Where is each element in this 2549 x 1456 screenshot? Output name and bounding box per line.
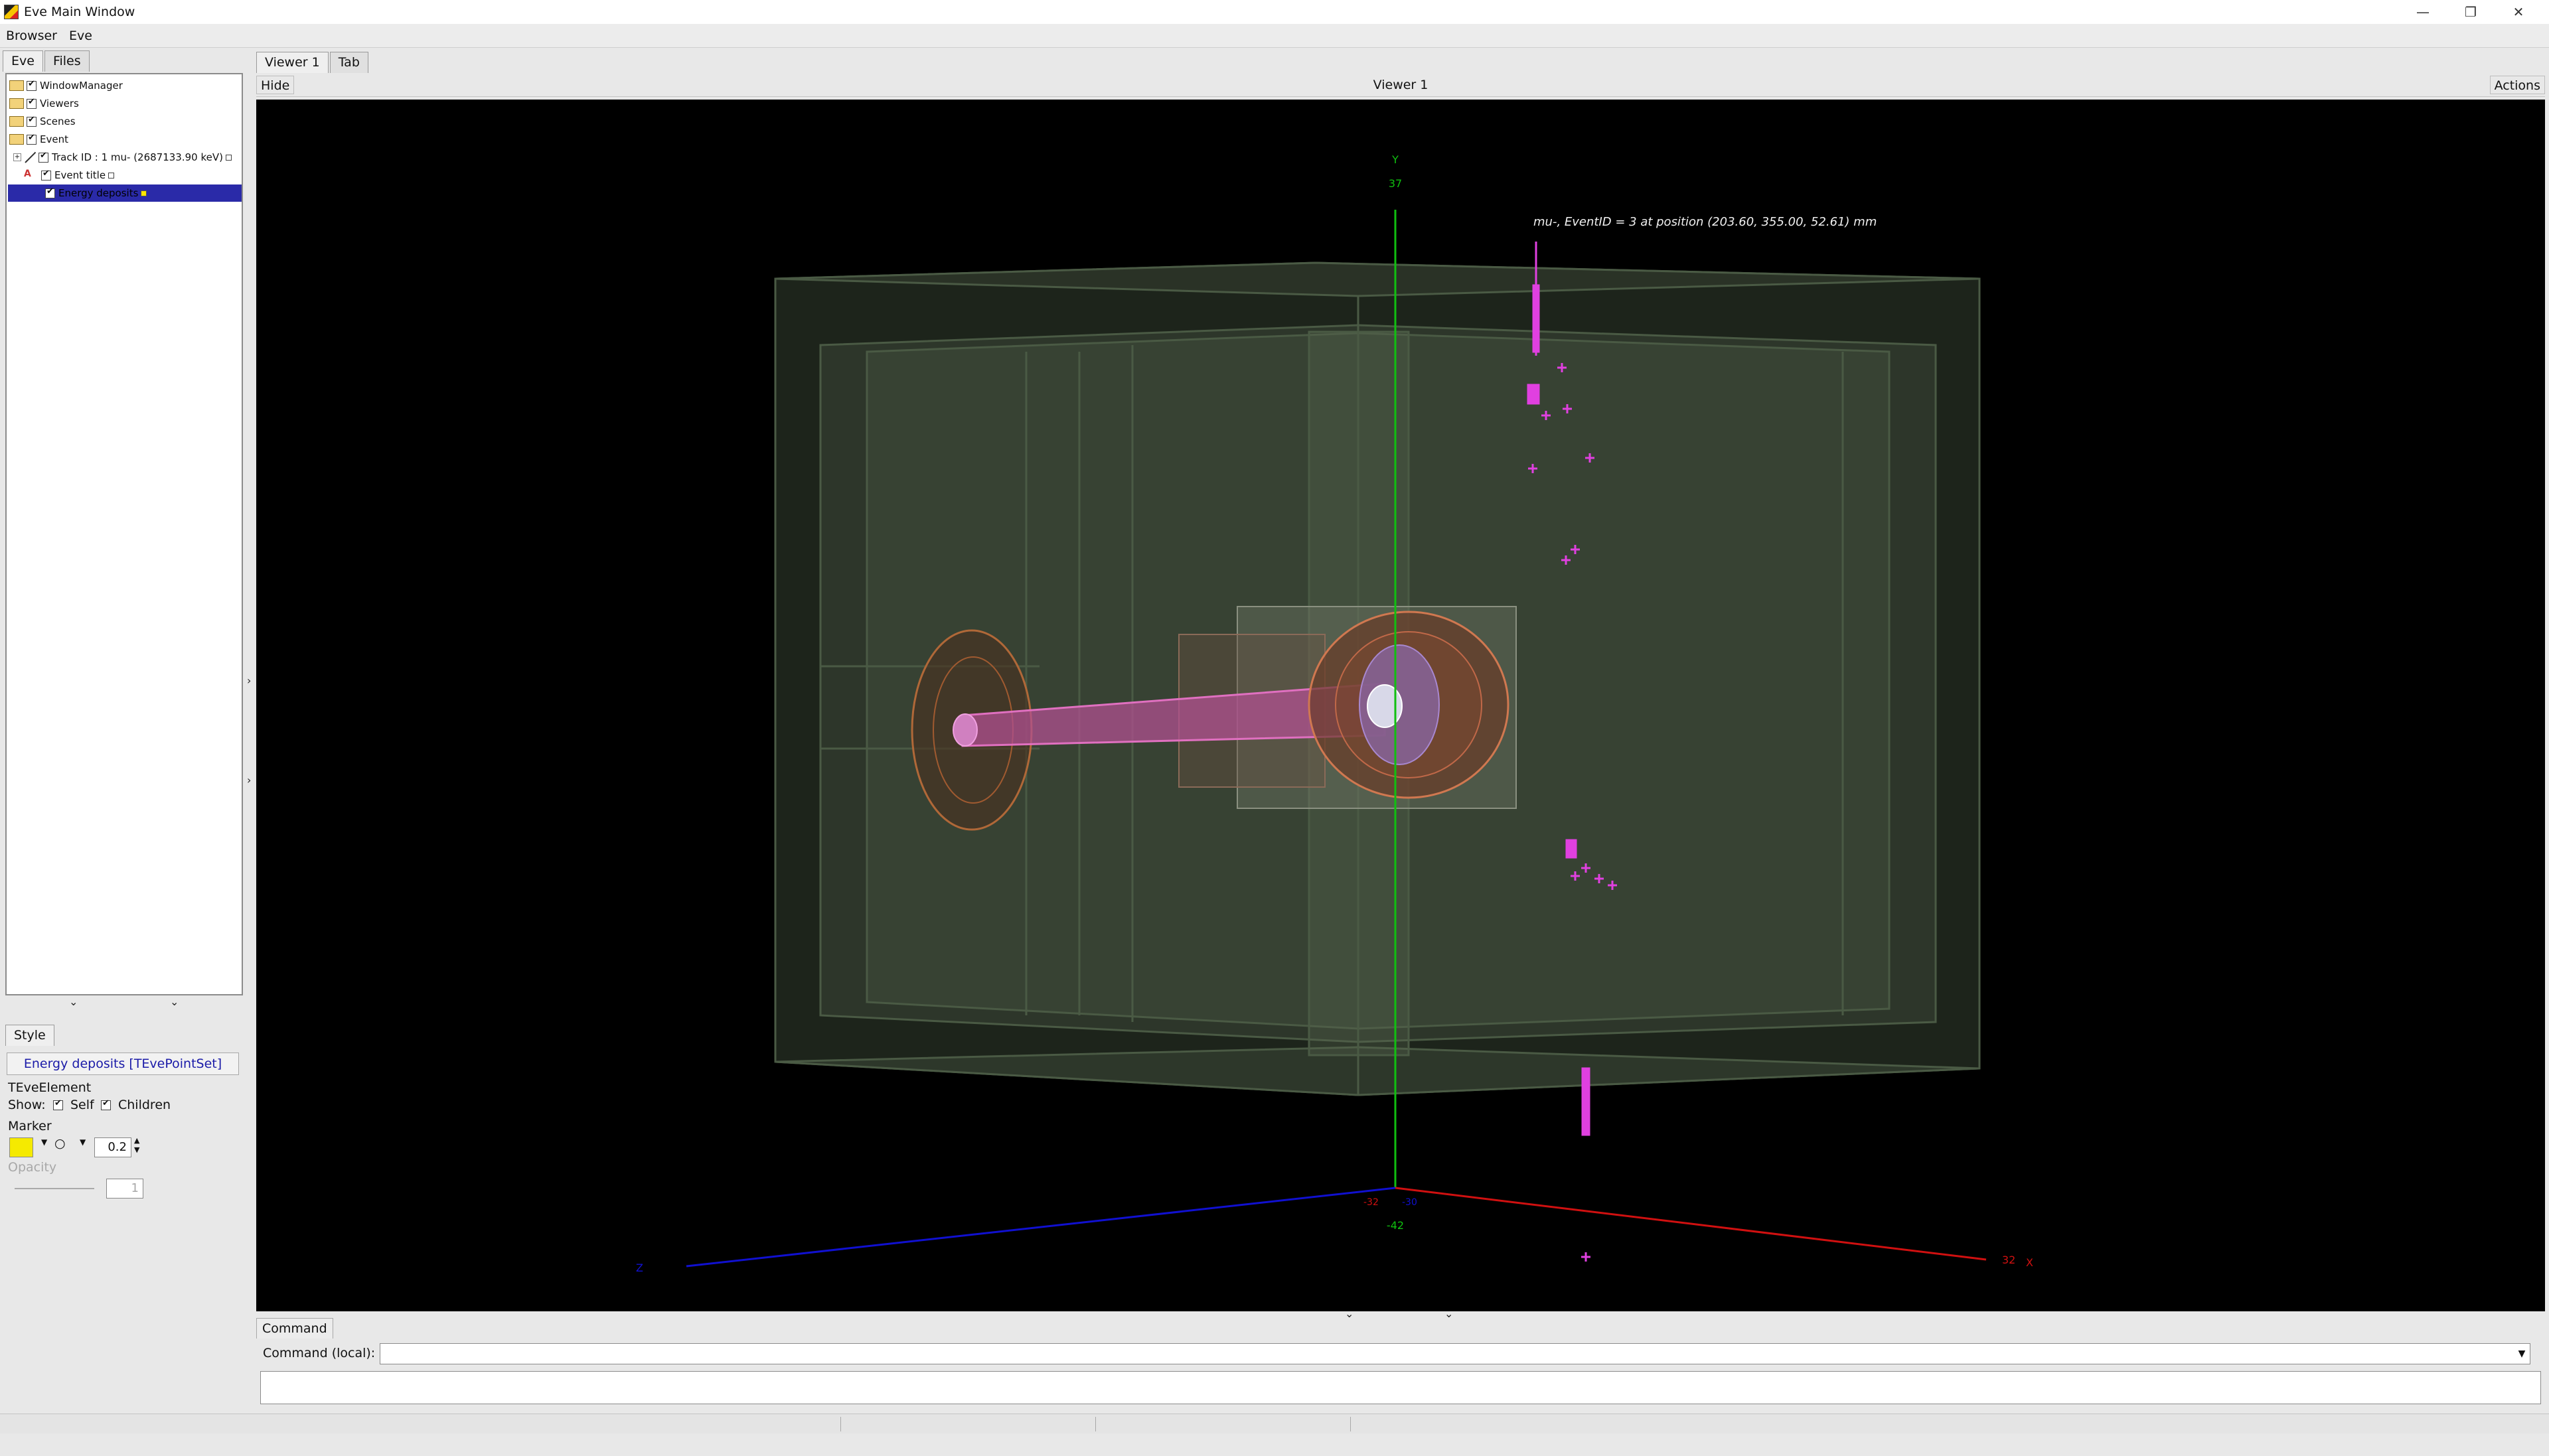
visibility-checkbox[interactable] (39, 151, 48, 163)
y-axis-label: Y (1391, 153, 1399, 166)
tree-item-viewers[interactable]: Viewers (9, 95, 79, 112)
tree-item-event[interactable]: Event (9, 131, 68, 148)
title-bar: Eve Main Window — ❐ ✕ (0, 0, 2549, 24)
tree-item-label: Scenes (40, 115, 76, 127)
tree-item-scenes[interactable]: Scenes (9, 113, 76, 130)
tree-item-label: Event (40, 133, 68, 145)
close-icon[interactable]: ✕ (2495, 0, 2542, 24)
visibility-checkbox[interactable] (27, 133, 37, 145)
viewer-header: Viewer 1 Hide Actions (256, 73, 2545, 97)
visibility-checkbox[interactable] (27, 115, 37, 127)
marker-label: Marker (8, 1119, 52, 1133)
chevron-down-icon: ⌄ (69, 995, 78, 1008)
menu-bar: Browser Eve (0, 24, 2549, 48)
opacity-input[interactable]: 1 (106, 1179, 143, 1199)
tab-style[interactable]: Style (5, 1025, 54, 1046)
chevron-down-icon: ⌄ (170, 995, 179, 1008)
z-axis-label: Z (636, 1262, 643, 1274)
eve-list-tree: WindowManager Viewers Scenes Event + Tra… (5, 73, 243, 995)
tab-files[interactable]: Files (44, 50, 90, 72)
expand-icon[interactable]: + (13, 153, 21, 161)
chevron-down-icon[interactable]: ⌄ (1345, 1307, 1353, 1320)
x-axis-line (1395, 1187, 1987, 1261)
visibility-checkbox[interactable] (27, 79, 37, 91)
actions-button[interactable]: Actions (2489, 76, 2545, 94)
chevron-down-icon[interactable]: ▼ (41, 1137, 47, 1147)
y-axis-tick-top: 37 (1389, 177, 1402, 190)
hide-button[interactable]: Hide (256, 76, 295, 94)
tree-item-label: Track ID : 1 mu- (2687133.90 keV) (52, 151, 223, 163)
tree-item-label: WindowManager (40, 80, 123, 92)
command-input[interactable]: ▼ (380, 1343, 2530, 1364)
opacity-slider[interactable] (15, 1188, 94, 1189)
visibility-checkbox[interactable] (41, 169, 51, 181)
status-separator (1095, 1417, 1096, 1431)
chevron-down-icon[interactable]: ⌄ (1444, 1307, 1453, 1320)
show-self-checkbox[interactable] (53, 1098, 63, 1110)
origin-label-left: -32 (1363, 1197, 1379, 1208)
root-app-icon (4, 5, 19, 19)
folder-icon (9, 116, 24, 127)
folder-icon (9, 80, 24, 91)
menu-browser[interactable]: Browser (0, 29, 63, 43)
z-axis-line (686, 1187, 1396, 1268)
minimize-icon[interactable]: — (2399, 0, 2447, 24)
command-panel: ⌄ ⌄ Command Command (local): ▼ (256, 1307, 2545, 1414)
status-bar (0, 1414, 2549, 1433)
marker-size-input[interactable]: 0.2 (94, 1137, 131, 1157)
style-editor: Style Energy deposits [TEvePointSet] TEv… (5, 1011, 243, 1456)
text-annotation-icon: A (24, 169, 31, 179)
x-axis-tick: 32 (2002, 1254, 2015, 1266)
chevron-right-icon[interactable]: › (247, 674, 251, 687)
track-icon (24, 151, 36, 163)
tree-item-label: Event title (54, 169, 106, 181)
gl-viewer-canvas[interactable]: Y 37 -42 32 X Z -32 -30 mu-, EventID = 3… (256, 100, 2545, 1311)
viewer-title: Viewer 1 (1373, 78, 1429, 92)
show-label: Show: (8, 1098, 46, 1112)
menu-eve[interactable]: Eve (63, 29, 98, 43)
tab-eve[interactable]: Eve (3, 50, 43, 72)
show-children-checkbox[interactable] (101, 1098, 111, 1110)
horizontal-splitter[interactable]: ⌄ ⌄ (0, 995, 248, 1011)
self-label: Self (70, 1098, 94, 1112)
tree-item-event-title[interactable]: A Event title (24, 167, 115, 184)
tree-item-windowmanager[interactable]: WindowManager (9, 77, 123, 94)
status-separator (1350, 1417, 1351, 1431)
open-folder-icon (9, 134, 24, 145)
visibility-checkbox[interactable] (45, 186, 55, 198)
tree-item-label: Viewers (40, 98, 79, 109)
folder-icon (9, 98, 24, 109)
command-history[interactable] (260, 1371, 2541, 1404)
event-annotation: mu-, EventID = 3 at position (203.60, 35… (1533, 215, 1877, 229)
editor-object-title: Energy deposits [TEvePointSet] (7, 1053, 239, 1075)
origin-label-right: -30 (1402, 1197, 1417, 1208)
restore-icon[interactable]: ❐ (2447, 0, 2495, 24)
chevron-right-icon[interactable]: › (247, 774, 251, 786)
tab-viewer-1[interactable]: Viewer 1 (256, 52, 329, 73)
window-title: Eve Main Window (24, 5, 135, 19)
tree-item-label: Energy deposits (58, 187, 139, 199)
chevron-down-icon[interactable]: ▼ (2514, 1345, 2530, 1362)
tree-item-energy-deposits[interactable]: Energy deposits (8, 184, 242, 202)
color-swatch-icon[interactable] (225, 154, 232, 161)
visibility-checkbox[interactable] (27, 97, 37, 109)
scene-3d: Y 37 -42 32 X Z -32 -30 mu-, EventID = 3… (636, 153, 2033, 1274)
status-separator (840, 1417, 841, 1431)
spin-arrows-icon[interactable]: ▲ ▼ (134, 1136, 139, 1155)
tab-command[interactable]: Command (256, 1318, 333, 1339)
marker-color-button[interactable] (9, 1137, 33, 1157)
color-swatch-icon[interactable] (141, 190, 147, 196)
y-axis-tick-bottom: -42 (1387, 1219, 1404, 1232)
x-axis-label: X (2026, 1256, 2033, 1269)
color-swatch-icon[interactable] (108, 172, 115, 179)
marker-style-icon[interactable]: ○ (54, 1136, 66, 1151)
command-label: Command (local): (263, 1346, 376, 1360)
browser-panel: Eve Files WindowManager Viewers Scenes E… (0, 48, 248, 1412)
tree-item-track[interactable]: + Track ID : 1 mu- (2687133.90 keV) (13, 149, 232, 166)
children-label: Children (118, 1098, 171, 1112)
section-teveelement: TEveElement (8, 1080, 92, 1095)
tab-tab[interactable]: Tab (329, 52, 368, 73)
chevron-down-icon[interactable]: ▼ (80, 1137, 86, 1147)
opacity-label: Opacity (8, 1160, 57, 1175)
